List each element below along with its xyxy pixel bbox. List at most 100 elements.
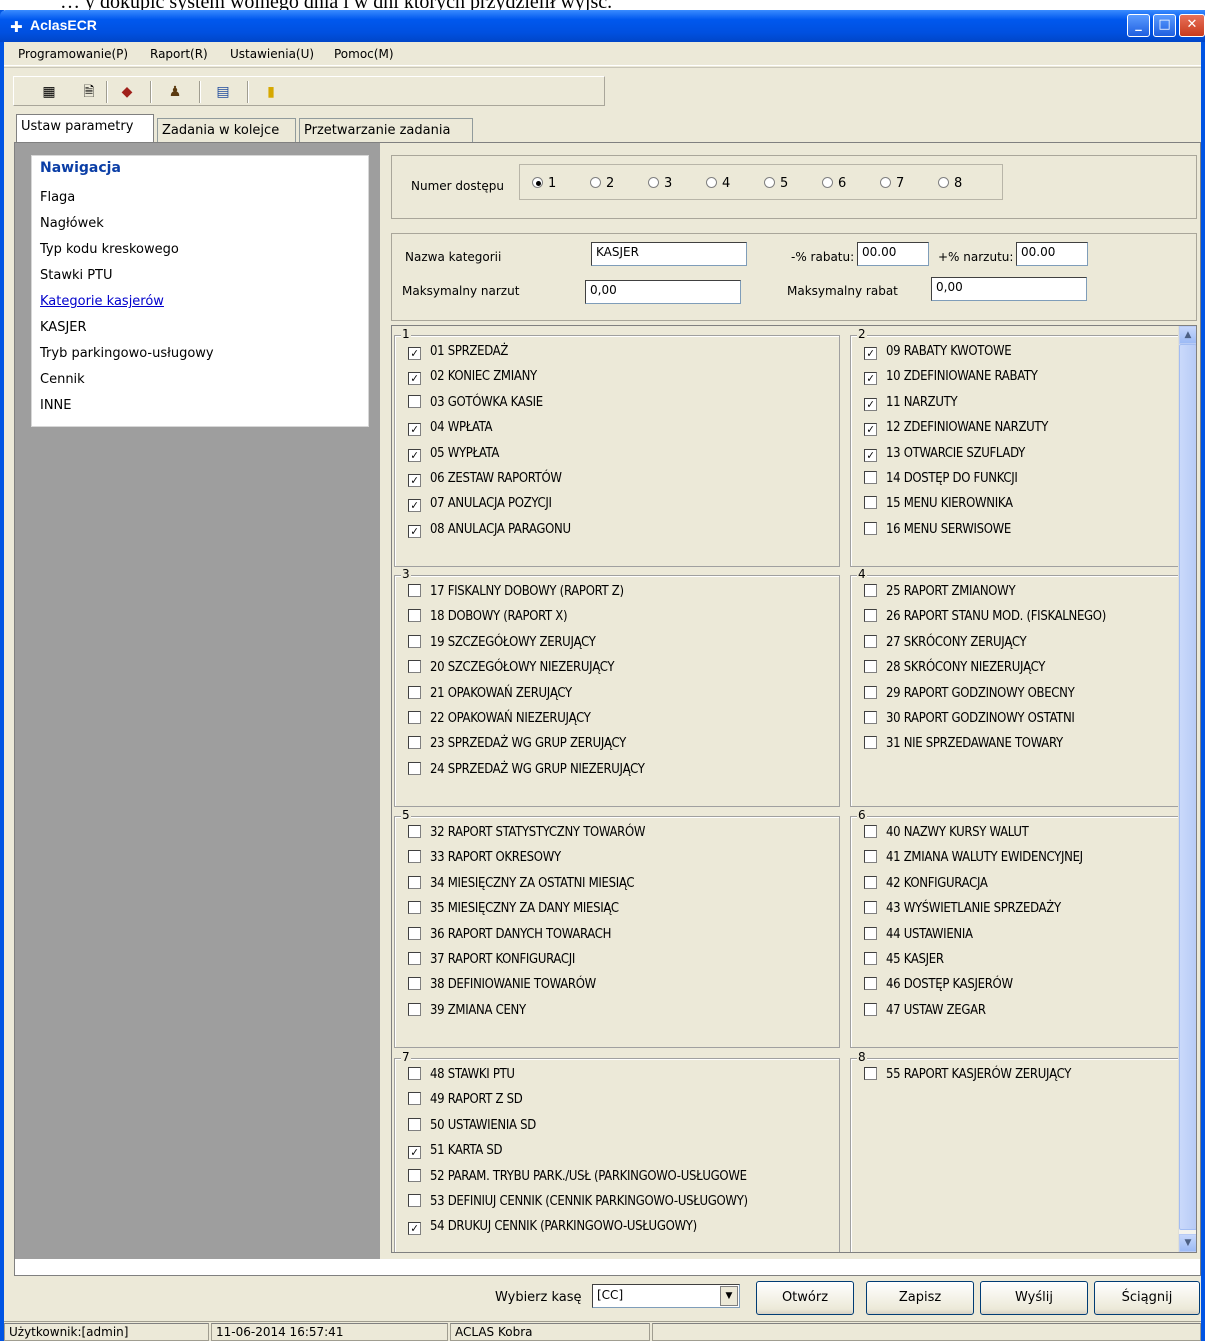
permission-checkbox[interactable]: ✓ 02 KONIEC ZMIANY [408, 369, 537, 391]
checkbox-box[interactable] [864, 521, 877, 535]
checkbox-box[interactable] [864, 926, 877, 940]
card-icon[interactable]: ◆ [118, 83, 136, 101]
checkbox-box[interactable] [864, 1002, 877, 1016]
checkbox-box[interactable] [408, 736, 421, 750]
permission-checkbox[interactable]: 55 RAPORT KASJERÓW ZERUJĄCY [864, 1067, 1071, 1089]
nav-item-inne[interactable]: INNE [40, 398, 72, 413]
radio-access-7[interactable]: 7 [880, 176, 904, 191]
permission-checkbox[interactable]: 43 WYŚWIETLANIE SPRZEDAŻY [864, 901, 1061, 923]
permission-checkbox[interactable]: 32 RAPORT STATYSTYCZNY TOWARÓW [408, 825, 645, 847]
permission-checkbox[interactable]: ✓ 05 WYPŁATA [408, 446, 499, 468]
checkbox-box[interactable] [408, 850, 421, 864]
permission-checkbox[interactable]: 38 DEFINIOWANIE TOWARÓW [408, 977, 596, 999]
tab-przetwarzanie-zadania[interactable]: Przetwarzanie zadania [299, 118, 473, 142]
permission-checkbox[interactable]: 28 SKRÓCONY NIEZERUJĄCY [864, 660, 1045, 682]
nav-item-tryb-parkingowy[interactable]: Tryb parkingowo-usługowy [40, 346, 214, 361]
minimize-button[interactable]: _ [1127, 14, 1150, 37]
checkbox-box[interactable] [408, 952, 421, 965]
nav-item-flaga[interactable]: Flaga [40, 190, 75, 205]
permission-checkbox[interactable]: ✓ 51 KARTA SD [408, 1143, 502, 1165]
permission-checkbox[interactable]: 15 MENU KIEROWNIKA [864, 496, 1013, 518]
category-name-input[interactable]: KASJER [591, 242, 747, 266]
permission-checkbox[interactable]: 20 SZCZEGÓŁOWY NIEZERUJĄCY [408, 660, 615, 682]
open-button[interactable]: Otwórz [756, 1281, 854, 1315]
checkbox-box[interactable]: ✓ [408, 372, 421, 386]
checkbox-box[interactable] [864, 496, 877, 510]
menu-programowanie[interactable]: Programowanie(P) [18, 47, 128, 61]
permission-checkbox[interactable]: 41 ZMIANA WALUTY EWIDENCYJNEJ [864, 850, 1083, 872]
checkbox-box[interactable] [408, 634, 421, 648]
radio-access-6[interactable]: 6 [822, 176, 846, 191]
checkbox-box[interactable]: ✓ [864, 372, 877, 386]
menu-ustawienia[interactable]: Ustawienia(U) [230, 47, 314, 61]
checkbox-box[interactable] [408, 1168, 421, 1182]
discount-input[interactable]: 00.00 [857, 242, 929, 266]
checkbox-box[interactable]: ✓ [408, 423, 421, 437]
checkbox-box[interactable]: ✓ [864, 347, 877, 360]
document-icon[interactable]: 🗎 [80, 83, 98, 101]
checkbox-box[interactable] [864, 850, 877, 864]
permission-checkbox[interactable]: 14 DOSTĘP DO FUNKCJI [864, 471, 1018, 493]
checkbox-box[interactable] [408, 711, 421, 724]
checkbox-box[interactable] [408, 1067, 421, 1080]
checkbox-box[interactable] [864, 875, 877, 889]
checkbox-box[interactable]: ✓ [408, 524, 421, 538]
permission-checkbox[interactable]: ✓ 13 OTWARCIE SZUFLADY [864, 446, 1025, 468]
menu-raport[interactable]: Raport(R) [150, 47, 208, 61]
checkbox-box[interactable] [864, 685, 877, 699]
checkbox-box[interactable] [864, 977, 877, 991]
checkbox-box[interactable] [408, 1117, 421, 1131]
checkbox-box[interactable]: ✓ [408, 474, 421, 487]
checkbox-box[interactable] [408, 660, 421, 674]
checkbox-box[interactable] [408, 901, 421, 915]
checkbox-box[interactable] [408, 977, 421, 991]
settings-icon[interactable]: ▤ [214, 83, 232, 101]
radio-access-8[interactable]: 8 [938, 176, 962, 191]
checkbox-box[interactable] [864, 634, 877, 648]
tab-zadania-w-kolejce[interactable]: Zadania w kolejce [157, 118, 296, 142]
nav-item-typ-kodu[interactable]: Typ kodu kreskowego [40, 242, 179, 257]
checkbox-box[interactable] [408, 1002, 421, 1016]
permission-checkbox[interactable]: 33 RAPORT OKRESOWY [408, 850, 561, 872]
permission-checkbox[interactable]: ✓ 04 WPŁATA [408, 420, 493, 442]
permission-checkbox[interactable]: 50 USTAWIENIA SD [408, 1117, 536, 1140]
checkbox-box[interactable] [408, 609, 421, 623]
checkbox-box[interactable] [408, 875, 421, 889]
permission-checkbox[interactable]: 46 DOSTĘP KASJERÓW [864, 977, 1013, 999]
permission-checkbox[interactable]: 17 FISKALNY DOBOWY (RAPORT Z) [408, 584, 624, 606]
permission-checkbox[interactable]: ✓ 11 NARZUTY [864, 395, 958, 417]
scroll-down-icon[interactable]: ▼ [1179, 1234, 1196, 1252]
markup-input[interactable]: 00.00 [1016, 242, 1088, 266]
permission-checkbox[interactable]: 36 RAPORT DANYCH TOWARACH [408, 926, 611, 949]
permission-checkbox[interactable]: 45 KASJER [864, 952, 944, 974]
permission-checkbox[interactable]: 39 ZMIANA CENY [408, 1002, 526, 1025]
scroll-up-icon[interactable]: ▲ [1179, 326, 1196, 344]
max-markup-input[interactable]: 0,00 [585, 280, 741, 304]
permission-checkbox[interactable]: 49 RAPORT Z SD [408, 1092, 523, 1114]
permission-checkbox[interactable]: 24 SPRZEDAŻ WG GRUP NIEZERUJĄCY [408, 761, 645, 784]
nav-item-stawki-ptu[interactable]: Stawki PTU [40, 268, 113, 283]
checkbox-box[interactable] [864, 901, 877, 915]
permission-checkbox[interactable]: 42 KONFIGURACJA [864, 875, 988, 898]
permission-checkbox[interactable]: 27 SKRÓCONY ZERUJĄCY [864, 634, 1027, 657]
scroll-thumb[interactable] [1179, 344, 1196, 1230]
dropdown-arrow-icon[interactable]: ▼ [720, 1286, 738, 1306]
checkbox-box[interactable] [864, 1067, 877, 1080]
checkbox-box[interactable] [864, 736, 877, 750]
checkbox-box[interactable] [408, 584, 421, 597]
permission-checkbox[interactable]: ✓ 07 ANULACJA POZYCJI [408, 496, 552, 518]
radio-access-1[interactable]: 1 [532, 176, 556, 191]
radio-access-2[interactable]: 2 [590, 176, 614, 191]
permission-checkbox[interactable]: 47 USTAW ZEGAR [864, 1002, 986, 1025]
permission-checkbox[interactable]: 40 NAZWY KURSY WALUT [864, 825, 1029, 847]
close-button[interactable]: ✕ [1179, 14, 1205, 37]
register-select[interactable]: [CC] ▼ [592, 1284, 740, 1308]
send-button[interactable]: Wyślij [980, 1281, 1088, 1315]
permission-checkbox[interactable]: 16 MENU SERWISOWE [864, 521, 1011, 544]
permission-checkbox[interactable]: ✓ 08 ANULACJA PARAGONU [408, 522, 571, 544]
permission-checkbox[interactable]: ✓ 54 DRUKUJ CENNIK (PARKINGOWO-USŁUGOWY) [408, 1219, 697, 1241]
permission-checkbox[interactable]: 26 RAPORT STANU MOD. (FISKALNEGO) [864, 609, 1106, 631]
permission-checkbox[interactable]: 37 RAPORT KONFIGURACJI [408, 952, 575, 974]
permission-checkbox[interactable]: 23 SPRZEDAŻ WG GRUP ZERUJĄCY [408, 736, 626, 758]
checkbox-box[interactable]: ✓ [864, 423, 877, 437]
